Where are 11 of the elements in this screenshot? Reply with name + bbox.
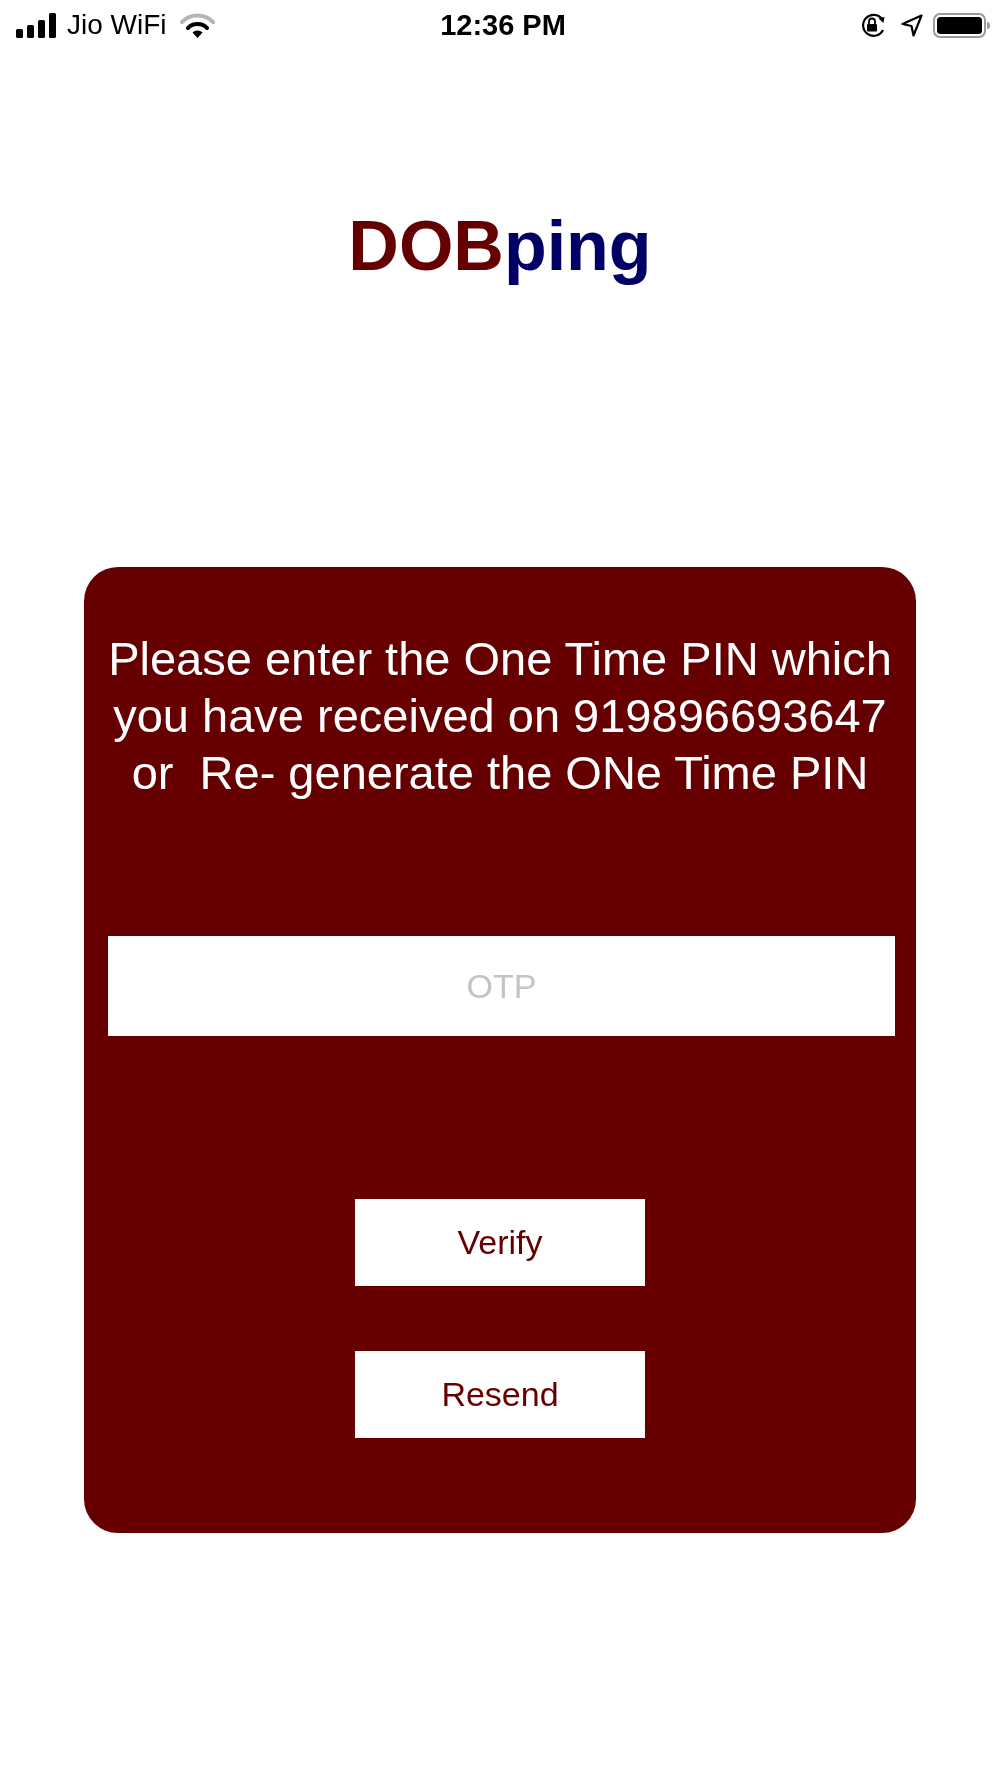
resend-button[interactable]: Resend (355, 1351, 645, 1438)
carrier-name: Jio WiFi (67, 9, 167, 41)
otp-input-field[interactable]: OTP (108, 936, 895, 1036)
battery-icon (933, 12, 990, 38)
status-time: 12:36 PM (440, 8, 566, 42)
verify-button[interactable]: Verify (355, 1199, 645, 1286)
signal-icon (16, 12, 58, 38)
wifi-icon (179, 12, 215, 38)
location-arrow-icon (901, 13, 923, 37)
otp-instruction-text: Please enter the One Time PIN which you have received on 919896693647 or Re- generate the ONe Time PIN (107, 631, 893, 801)
app-logo-text: DOBping (348, 206, 652, 286)
